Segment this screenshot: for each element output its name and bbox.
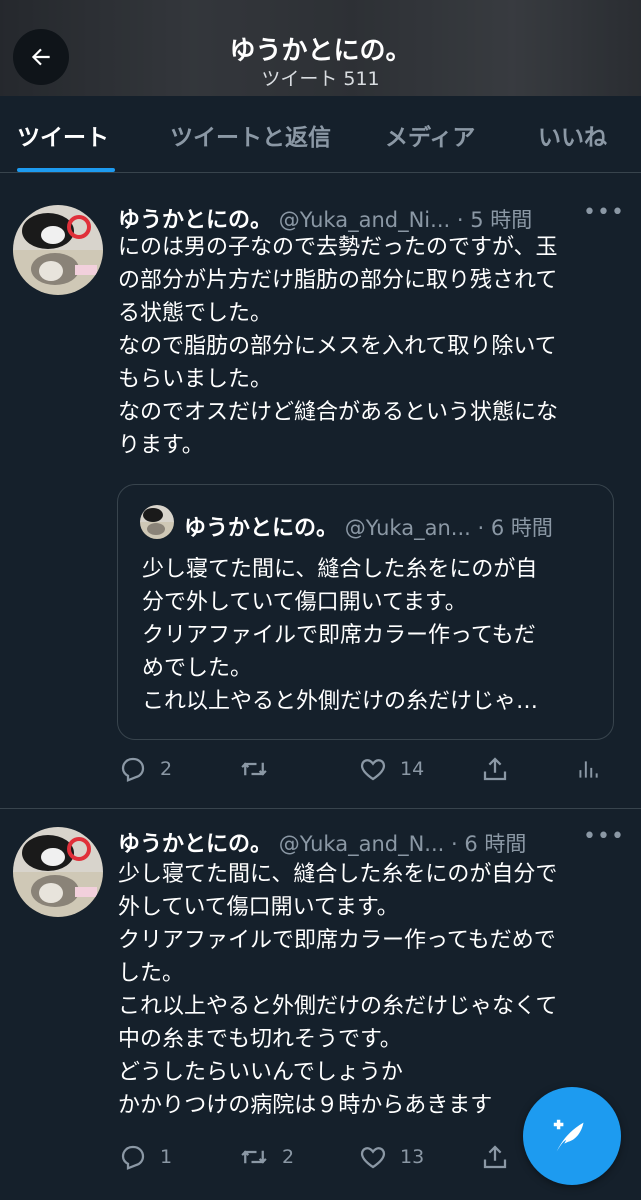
quoted-line: クリアファイルで即席カラー作ってもだ <box>142 623 536 648</box>
reply-icon <box>121 1145 145 1170</box>
tweet-divider <box>0 808 641 809</box>
heart-icon <box>360 759 386 781</box>
tweet-header: ゆうかとにの。 @Yuka_and_N... · 6 時間 <box>118 826 526 858</box>
tweet-line: なのでオスだけど縫合があるという状態にな <box>118 400 559 425</box>
share-button[interactable] <box>480 754 510 784</box>
tab-tweets[interactable]: ツイート <box>17 118 109 152</box>
heart-icon <box>360 1147 386 1169</box>
retweet-count: 2 <box>282 1146 295 1168</box>
tweet-line: なので脂肪の部分にメスを入れて取り除いて <box>118 334 557 359</box>
profile-name: ゆうかとにの。 <box>229 36 412 66</box>
tweet-line: これ以上やると外側だけの糸だけじゃなくて <box>118 994 558 1019</box>
tweet-line: ります。 <box>118 433 204 458</box>
quoted-line: これ以上やると外側だけの糸だけじゃ… <box>142 689 539 714</box>
tweet-line: 少し寝てた間に、縫合した糸をにのが自分で <box>118 862 558 887</box>
tweet-line: にのは男の子なので去勢だったのですが、玉 <box>118 235 558 260</box>
compose-tweet-button[interactable] <box>523 1087 621 1185</box>
tweet-line: どうしたらいいんでしょうか <box>118 1060 403 1085</box>
tweet-line: る状態でした。 <box>118 301 273 326</box>
share-icon <box>483 757 507 781</box>
user-handle[interactable]: @Yuka_and_Ni... <box>279 208 450 232</box>
quoted-tweet[interactable]: ゆうかとにの。 @Yuka_an... · 6 時間 少し寝てた間に、縫合した糸… <box>117 484 614 740</box>
cat-avatar-image <box>13 827 103 917</box>
quoted-handle: @Yuka_an... <box>344 516 471 540</box>
reply-icon <box>121 757 145 782</box>
quoted-display-name: ゆうかとにの。 <box>184 516 339 541</box>
timestamp[interactable]: · 6 時間 <box>451 832 526 856</box>
like-button[interactable]: 13 <box>358 1142 424 1172</box>
like-button[interactable]: 14 <box>358 754 424 784</box>
retweet-button[interactable] <box>238 754 282 784</box>
retweet-button[interactable]: 2 <box>238 1142 294 1172</box>
compose-feather-icon <box>553 1119 584 1152</box>
tweet-text: にのは男の子なので去勢だったのですが、玉 の部分が片方だけ脂肪の部分に取り残され… <box>118 231 618 462</box>
like-count: 14 <box>400 758 425 780</box>
tweet-count: ツイート 511 <box>261 68 380 90</box>
like-count: 13 <box>400 1146 425 1168</box>
analytics-icon <box>579 761 598 778</box>
tweet-actions: 2 14 <box>0 750 641 790</box>
reply-count: 2 <box>160 758 173 780</box>
tweet-line: の部分が片方だけ脂肪の部分に取り残されて <box>118 268 558 293</box>
cat-avatar-image <box>13 205 103 295</box>
tab-media[interactable]: メディア <box>385 118 475 152</box>
tweet-line: クリアファイルで即席カラー作ってもだめで <box>118 928 556 953</box>
more-options-icon[interactable]: ••• <box>583 824 625 849</box>
avatar[interactable] <box>13 827 103 917</box>
share-button[interactable] <box>480 1142 510 1172</box>
quoted-avatar <box>140 505 174 539</box>
quoted-timestamp: · 6 時間 <box>477 516 553 540</box>
retweet-icon <box>241 762 267 776</box>
quoted-header: ゆうかとにの。 @Yuka_an... · 6 時間 <box>184 510 553 542</box>
tweet-header: ゆうかとにの。 @Yuka_and_Ni... · 5 時間 <box>118 202 532 234</box>
tweet-line: 中の糸までも切れそうです。 <box>118 1027 402 1052</box>
tweet-line: した。 <box>118 961 185 986</box>
retweet-icon <box>241 1150 267 1164</box>
quoted-line: めでした。 <box>142 656 253 681</box>
quoted-text: 少し寝てた間に、縫合した糸をにのが自 分で外していて傷口開いてます。 クリアファ… <box>142 553 602 718</box>
quoted-line: 分で外していて傷口開いてます。 <box>142 590 467 615</box>
more-options-icon[interactable]: ••• <box>583 200 625 225</box>
reply-button[interactable]: 2 <box>118 754 172 784</box>
profile-tabs: ツイート ツイートと返信 メディア いいね <box>0 96 641 173</box>
quoted-line: 少し寝てた間に、縫合した糸をにのが自 <box>142 557 538 582</box>
tab-likes[interactable]: いいね <box>538 118 607 152</box>
user-handle[interactable]: @Yuka_and_N... <box>279 832 445 856</box>
display-name[interactable]: ゆうかとにの。 <box>118 832 272 857</box>
tweet-text: 少し寝てた間に、縫合した糸をにのが自分で 外していて傷口開いてます。 クリアファ… <box>118 858 618 1122</box>
timestamp[interactable]: · 5 時間 <box>457 208 532 232</box>
reply-count: 1 <box>160 1146 173 1168</box>
cat-avatar-image <box>140 505 174 539</box>
active-tab-indicator <box>17 168 115 172</box>
tweet-line: 外していて傷口開いてます。 <box>118 895 399 920</box>
display-name[interactable]: ゆうかとにの。 <box>118 208 272 233</box>
tab-tweets-and-replies[interactable]: ツイートと返信 <box>170 118 331 152</box>
tweet-line: もらいました。 <box>118 367 273 392</box>
share-icon <box>483 1145 507 1169</box>
profile-header: ゆうかとにの。 ツイート 511 <box>0 0 641 96</box>
analytics-button[interactable] <box>575 754 601 784</box>
reply-button[interactable]: 1 <box>118 1142 172 1172</box>
avatar[interactable] <box>13 205 103 295</box>
